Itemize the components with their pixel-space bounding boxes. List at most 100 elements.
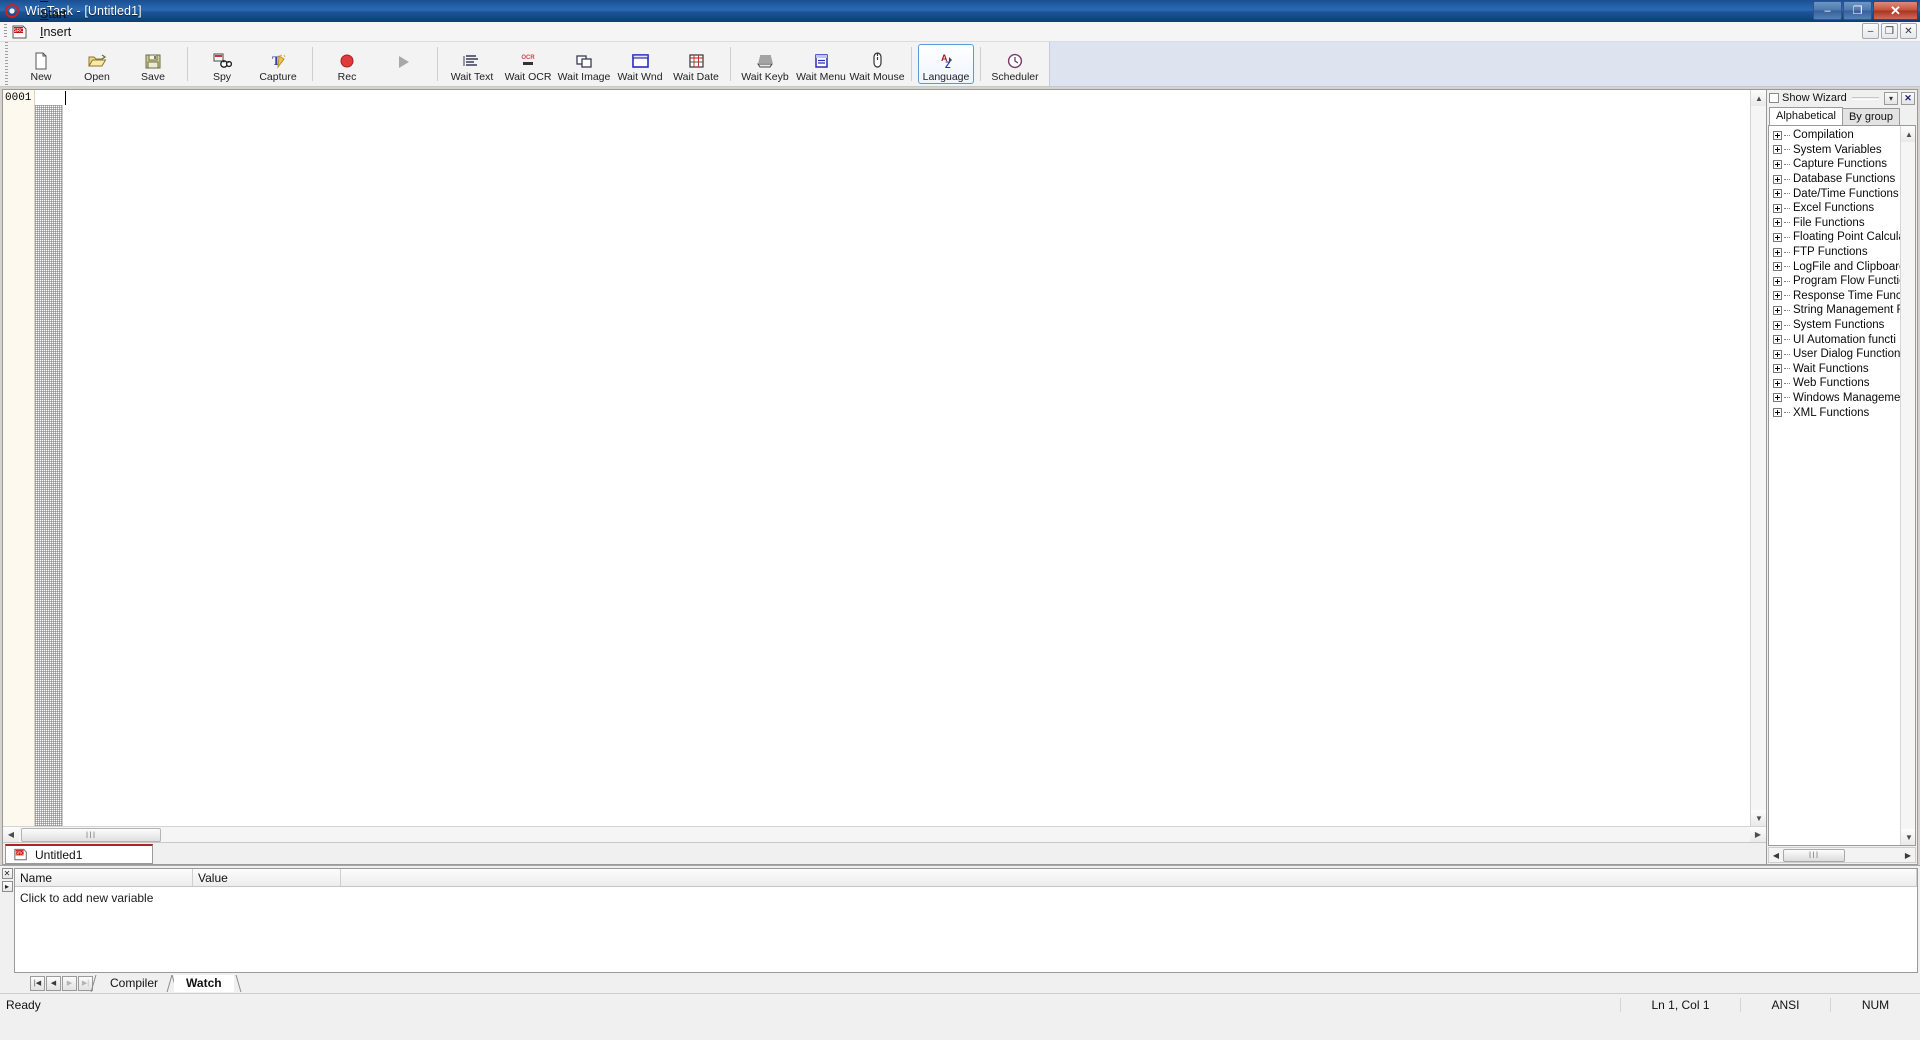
expand-plus-icon[interactable] [1773, 393, 1782, 403]
watch-column-header[interactable]: Value [193, 869, 341, 886]
expand-plus-icon[interactable] [1773, 276, 1782, 286]
watch-table-body[interactable]: Click to add new variable [15, 887, 1917, 972]
toolbar-button-capture[interactable]: T Capture [250, 44, 306, 84]
toolbar-button-wait-wnd[interactable]: Wait Wnd [612, 44, 668, 84]
expand-plus-icon[interactable] [1773, 262, 1782, 272]
wizard-tree-item[interactable]: XML Functions [1769, 405, 1900, 420]
wizard-tree-item[interactable]: Program Flow Functio [1769, 274, 1900, 289]
toolbar-button-language[interactable]: A Z Language [918, 44, 974, 84]
scroll-left-arrow-icon[interactable]: ◀ [3, 826, 19, 843]
chevron-down-icon[interactable]: ▾ [1884, 91, 1898, 105]
close-button[interactable]: ✕ [1873, 1, 1918, 20]
expand-plus-icon[interactable] [1773, 145, 1782, 155]
toolbar-button-scheduler[interactable]: Scheduler [987, 44, 1043, 84]
expand-plus-icon[interactable] [1773, 408, 1782, 418]
toolbar-button-wait-date[interactable]: Wait Date [668, 44, 724, 84]
toolbar-button-wait-text[interactable]: Wait Text [444, 44, 500, 84]
wizard-tree-item[interactable]: Compilation [1769, 128, 1900, 143]
expand-plus-icon[interactable] [1773, 305, 1782, 315]
wizard-tree-item[interactable]: System Functions [1769, 318, 1900, 333]
add-variable-hint[interactable]: Click to add new variable [20, 891, 1917, 905]
tab-nav-next-button[interactable]: ▶ [62, 975, 77, 991]
menu-drag-grip[interactable] [2, 24, 9, 39]
hscroll-thumb[interactable]: III [21, 827, 161, 842]
scroll-right-arrow-icon[interactable]: ▶ [1750, 826, 1766, 843]
toolbar-button-wait-ocr[interactable]: OCR Wait OCR [500, 44, 556, 84]
wizard-tree-item[interactable]: UI Automation functi [1769, 332, 1900, 347]
wizard-tree-item[interactable]: Web Functions [1769, 376, 1900, 391]
watch-column-header[interactable] [341, 869, 1917, 886]
wizard-tree-item[interactable]: Response Time Funct [1769, 289, 1900, 304]
wizard-tab-by-group[interactable]: By group [1841, 108, 1900, 125]
wizard-tree-item[interactable]: String Management F [1769, 303, 1900, 318]
toolbar-button-wait-image[interactable]: Wait Image [556, 44, 612, 84]
code-text-area[interactable] [63, 90, 1750, 826]
wizard-function-tree[interactable]: Compilation System Variables Capture Funct… [1768, 125, 1916, 846]
wizard-tree-item[interactable]: Floating Point Calcula [1769, 230, 1900, 245]
toolbar-button-spy[interactable]: Spy [194, 44, 250, 84]
wizard-tree-item[interactable]: Database Functions [1769, 172, 1900, 187]
expand-plus-icon[interactable] [1773, 378, 1782, 388]
toolbar-button-new[interactable]: New [13, 44, 69, 84]
expand-plus-icon[interactable] [1773, 232, 1782, 242]
toolbar-button-rec[interactable]: Rec [319, 44, 375, 84]
tab-nav-previous-button[interactable]: ◀ [46, 975, 61, 991]
mdi-close-button[interactable]: ✕ [1900, 23, 1917, 39]
wizard-vertical-scrollbar[interactable]: ▲ ▼ [1900, 126, 1915, 845]
scroll-up-arrow-icon[interactable]: ▲ [1751, 90, 1767, 106]
expand-icon[interactable]: ▸ [1, 881, 13, 892]
menu-item-start[interactable]: Start [33, 5, 101, 23]
menu-item-insert[interactable]: Insert [33, 23, 101, 41]
editor-vertical-scrollbar[interactable]: ▲ ▼ [1750, 90, 1767, 826]
expand-plus-icon[interactable] [1773, 189, 1782, 199]
toolbar-button-open[interactable]: Open [69, 44, 125, 84]
close-icon[interactable]: ✕ [1901, 91, 1915, 105]
wizard-tree-item[interactable]: FTP Functions [1769, 245, 1900, 260]
tab-nav-first-button[interactable]: |◀ [30, 975, 45, 991]
expand-plus-icon[interactable] [1773, 203, 1782, 213]
expand-plus-icon[interactable] [1773, 130, 1782, 140]
wizard-tree-item[interactable]: Capture Functions [1769, 157, 1900, 172]
wizard-tree-item[interactable]: LogFile and Clipboard [1769, 259, 1900, 274]
toolbar-button-wait-keyb[interactable]: Wait Keyb [737, 44, 793, 84]
wizard-tab-alphabetical[interactable]: Alphabetical [1769, 107, 1843, 125]
scroll-right-arrow-icon[interactable]: ▶ [1901, 849, 1915, 862]
bottom-tab-compiler[interactable]: Compiler [98, 974, 171, 992]
wizard-tree-item[interactable]: System Variables [1769, 143, 1900, 158]
document-tab-untitled1[interactable]: SRC Untitled1 [5, 844, 153, 864]
wizard-tree-item[interactable]: User Dialog Functions [1769, 347, 1900, 362]
toolbar-button-save[interactable]: Save [125, 44, 181, 84]
scroll-up-arrow-icon[interactable]: ▲ [1901, 126, 1915, 142]
expand-plus-icon[interactable] [1773, 349, 1782, 359]
close-icon[interactable]: ✕ [1, 868, 13, 879]
scroll-down-arrow-icon[interactable]: ▼ [1901, 829, 1915, 845]
editor-horizontal-scrollbar[interactable]: ◀ III ▶ [3, 826, 1766, 843]
wizard-tree-item[interactable]: Wait Functions [1769, 362, 1900, 377]
scroll-down-arrow-icon[interactable]: ▼ [1751, 810, 1767, 826]
expand-plus-icon[interactable] [1773, 159, 1782, 169]
mdi-minimize-button[interactable]: – [1862, 23, 1879, 39]
scroll-left-arrow-icon[interactable]: ◀ [1769, 849, 1783, 862]
expand-plus-icon[interactable] [1773, 291, 1782, 301]
minimize-button[interactable]: – [1813, 1, 1842, 20]
toolbar-button-wait-menu[interactable]: Wait Menu [793, 44, 849, 84]
maximize-button[interactable]: ❐ [1843, 1, 1872, 20]
show-wizard-checkbox[interactable] [1769, 93, 1779, 103]
expand-plus-icon[interactable] [1773, 218, 1782, 228]
wizard-tree-item[interactable]: Excel Functions [1769, 201, 1900, 216]
mdi-restore-button[interactable]: ❐ [1881, 23, 1898, 39]
expand-plus-icon[interactable] [1773, 320, 1782, 330]
watch-column-header[interactable]: Name [15, 869, 193, 886]
expand-plus-icon[interactable] [1773, 335, 1782, 345]
expand-plus-icon[interactable] [1773, 247, 1782, 257]
expand-plus-icon[interactable] [1773, 364, 1782, 374]
wizard-hscroll-thumb[interactable]: III [1783, 848, 1845, 862]
wizard-horizontal-scrollbar[interactable]: ◀ III ▶ [1768, 847, 1916, 863]
toolbar-button-wait-mouse[interactable]: Wait Mouse [849, 44, 905, 84]
bottom-tab-watch[interactable]: Watch [174, 974, 234, 992]
toolbar-drag-grip[interactable] [2, 42, 10, 86]
expand-plus-icon[interactable] [1773, 174, 1782, 184]
wizard-tree-item[interactable]: Date/Time Functions [1769, 186, 1900, 201]
wizard-tree-item[interactable]: File Functions [1769, 216, 1900, 231]
wizard-tree-item[interactable]: Windows Manageme [1769, 391, 1900, 406]
